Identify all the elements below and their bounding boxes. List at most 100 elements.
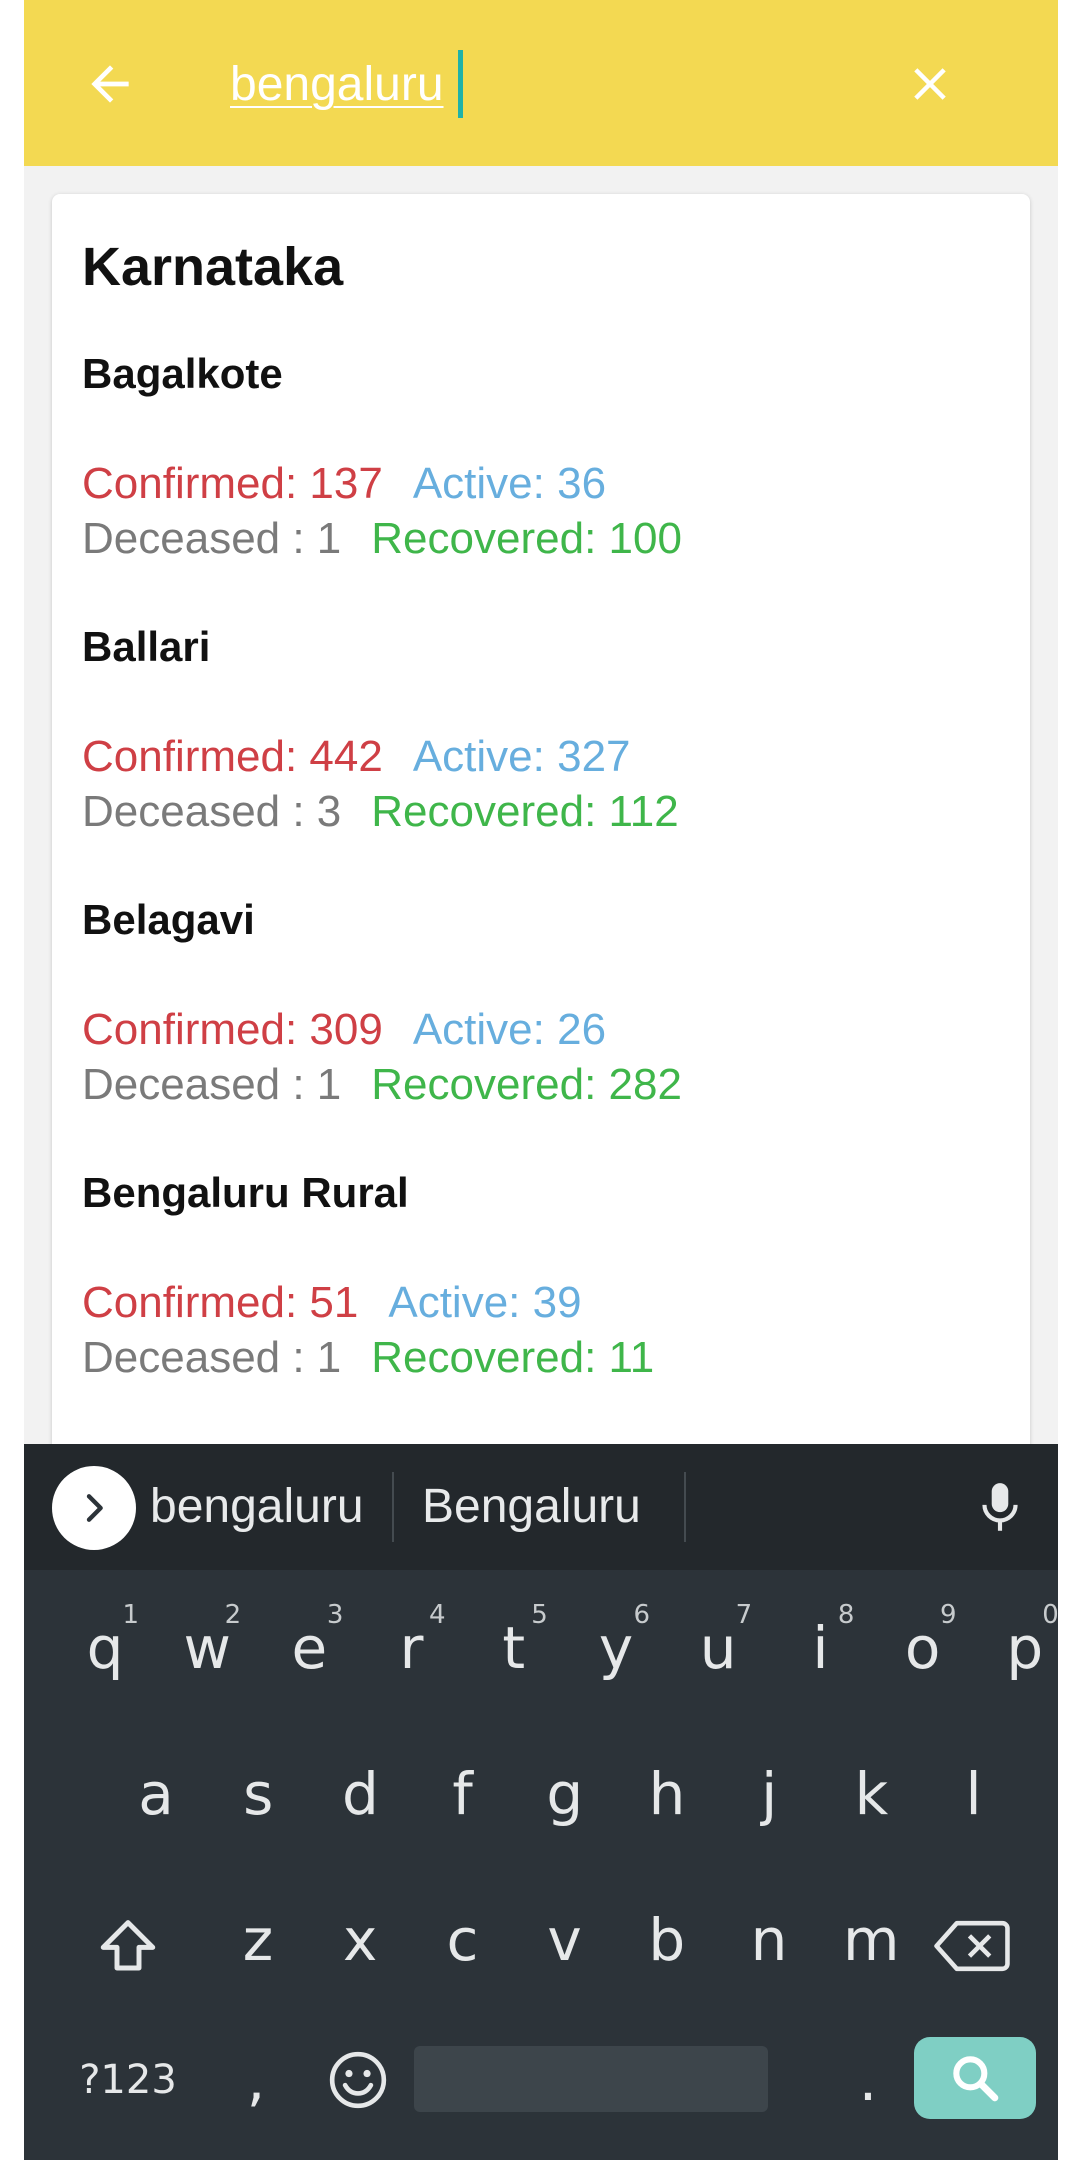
confirmed-count: Confirmed: 137: [82, 459, 383, 508]
key-label: r: [399, 1614, 424, 1682]
space-key[interactable]: [414, 2046, 768, 2112]
key-label: v: [547, 1906, 582, 1974]
key-y[interactable]: y6: [566, 1588, 666, 1708]
active-count: Active: 36: [412, 459, 607, 508]
voice-input-button[interactable]: [964, 1470, 1036, 1546]
key-v[interactable]: v: [515, 1880, 615, 2000]
key-number-hint: 1: [122, 1600, 139, 1630]
clear-search-button[interactable]: [892, 46, 968, 122]
key-number-hint: 2: [224, 1600, 242, 1630]
key-number-hint: 7: [735, 1600, 753, 1630]
key-number-hint: 0: [1042, 1600, 1058, 1630]
key-label: y: [598, 1614, 634, 1682]
suggestion-item[interactable]: Bengaluru: [422, 1472, 641, 1542]
key-j[interactable]: j: [719, 1734, 819, 1854]
text-cursor: [458, 50, 463, 118]
district-item[interactable]: Bengaluru Rural Confirmed: 51 Active: 39 …: [82, 1165, 982, 1405]
key-d[interactable]: d: [310, 1734, 410, 1854]
emoji-icon: [329, 2051, 387, 2109]
stats-row-2: Deceased : 1 Recovered: 100: [82, 511, 682, 567]
key-s[interactable]: s: [208, 1734, 308, 1854]
phone-screen: bengaluru Karnataka Bagalkote Confirmed:…: [24, 0, 1058, 2160]
key-label: l: [965, 1760, 982, 1828]
key-h[interactable]: h: [617, 1734, 717, 1854]
recovered-count: Recovered: 11: [371, 1333, 655, 1382]
key-a[interactable]: a: [106, 1734, 206, 1854]
key-r[interactable]: r4: [362, 1588, 462, 1708]
comma-key[interactable]: ,: [206, 2020, 306, 2140]
key-label: h: [648, 1760, 686, 1828]
recovered-count: Recovered: 112: [371, 787, 679, 836]
key-t[interactable]: t5: [464, 1588, 564, 1708]
suggestion-strip: bengaluru Bengaluru: [24, 1444, 1058, 1570]
key-label: d: [341, 1760, 379, 1828]
key-n[interactable]: n: [719, 1880, 819, 2000]
deceased-count: Deceased : 1: [82, 514, 342, 563]
backspace-icon: [934, 1920, 1010, 1972]
key-g[interactable]: g: [515, 1734, 615, 1854]
chevron-right-icon: [86, 1494, 103, 1522]
key-e[interactable]: e3: [259, 1588, 359, 1708]
recovered-count: Recovered: 100: [371, 514, 682, 563]
key-l[interactable]: l: [924, 1734, 1024, 1854]
search-header: bengaluru: [24, 0, 1058, 166]
key-p[interactable]: p0: [975, 1588, 1058, 1708]
key-q[interactable]: q1: [55, 1588, 155, 1708]
stats-row-1: Confirmed: 137 Active: 36: [82, 456, 606, 512]
search-input[interactable]: bengaluru: [230, 52, 444, 118]
deceased-count: Deceased : 1: [82, 1333, 342, 1382]
key-label: n: [750, 1906, 788, 1974]
back-button[interactable]: [72, 46, 148, 122]
state-card: Karnataka Bagalkote Confirmed: 137 Active…: [52, 194, 1030, 1494]
key-label: x: [343, 1906, 378, 1974]
district-name: Bagalkote: [82, 350, 283, 397]
confirmed-count: Confirmed: 442: [82, 732, 383, 781]
backspace-key[interactable]: [922, 1886, 1022, 2006]
district-item[interactable]: Bagalkote Confirmed: 137 Active: 36 Decea…: [82, 346, 982, 586]
key-m[interactable]: m: [821, 1880, 921, 2000]
key-c[interactable]: c: [412, 1880, 512, 2000]
key-x[interactable]: x: [310, 1880, 410, 2000]
key-o[interactable]: o9: [873, 1588, 973, 1708]
microphone-icon: [982, 1483, 1018, 1531]
key-label: k: [854, 1760, 889, 1828]
key-label: u: [699, 1614, 737, 1682]
key-label: q: [86, 1614, 124, 1682]
key-b[interactable]: b: [617, 1880, 717, 2000]
district-item[interactable]: Belagavi Confirmed: 309 Active: 26 Deceas…: [82, 892, 982, 1132]
search-icon: [953, 2056, 999, 2102]
active-count: Active: 327: [412, 732, 631, 781]
stats-row-2: Deceased : 3 Recovered: 112: [82, 784, 679, 840]
key-label: b: [648, 1906, 686, 1974]
emoji-key[interactable]: [308, 2020, 408, 2140]
key-number-hint: 9: [940, 1600, 957, 1630]
arrow-left-icon: [91, 65, 129, 103]
key-u[interactable]: u7: [668, 1588, 768, 1708]
district-name: Bengaluru Rural: [82, 1169, 409, 1216]
key-number-hint: 6: [633, 1600, 650, 1630]
key-label: e: [291, 1614, 328, 1682]
key-k[interactable]: k: [821, 1734, 921, 1854]
key-i[interactable]: i8: [770, 1588, 870, 1708]
key-label: s: [243, 1760, 274, 1828]
deceased-count: Deceased : 3: [82, 787, 342, 836]
suggestion-item[interactable]: bengaluru: [150, 1472, 364, 1542]
shift-key[interactable]: [78, 1886, 178, 2006]
key-number-hint: 8: [837, 1600, 855, 1630]
key-z[interactable]: z: [208, 1880, 308, 2000]
search-action-key[interactable]: [914, 2037, 1036, 2119]
district-item[interactable]: Ballari Confirmed: 442 Active: 327 Deceas…: [82, 619, 982, 859]
soft-keyboard: bengaluru Bengaluru q1w2e3r4t5y6u7i8o9p0…: [24, 1444, 1058, 2160]
period-key[interactable]: .: [818, 2020, 918, 2140]
stats-row-2: Deceased : 1 Recovered: 11: [82, 1330, 654, 1386]
recovered-count: Recovered: 282: [371, 1060, 682, 1109]
key-w[interactable]: w2: [157, 1588, 257, 1708]
key-label: p: [1006, 1614, 1044, 1682]
district-name: Belagavi: [82, 896, 255, 943]
key-number-hint: 3: [326, 1600, 344, 1630]
expand-suggestions-button[interactable]: [52, 1466, 136, 1550]
key-f[interactable]: f: [413, 1734, 513, 1854]
stats-row-2: Deceased : 1 Recovered: 282: [82, 1057, 682, 1113]
key-number-hint: 5: [531, 1600, 548, 1630]
symbols-key[interactable]: ?123: [78, 2020, 178, 2140]
